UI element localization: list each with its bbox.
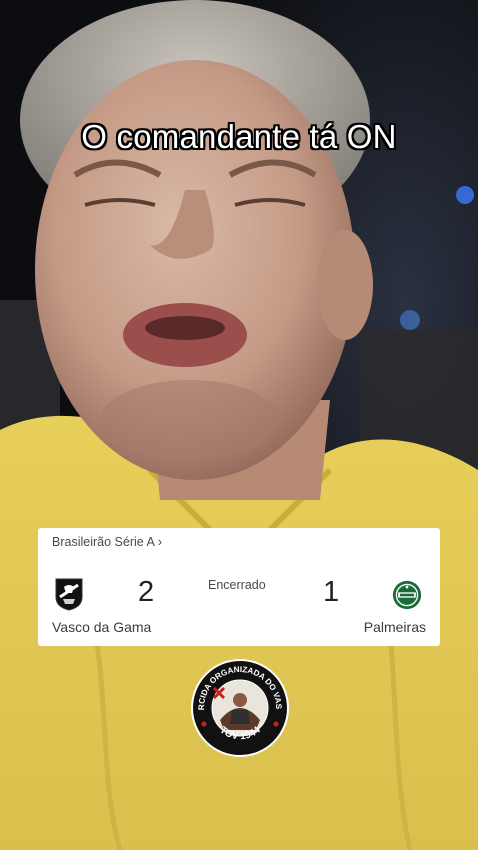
video-caption: O comandante tá ON — [81, 118, 397, 155]
torcida-badge-logo: TORCIDA ORGANIZADA DO VASCO TOV 1944 — [190, 658, 289, 757]
match-score-card[interactable]: Brasileirão Série A › 2 Encerrado 1 Vasco… — [38, 528, 440, 646]
competition-name: Brasileirão Série A — [52, 535, 155, 549]
away-score: 1 — [323, 576, 340, 608]
vasco-crest-icon — [55, 578, 83, 611]
competition-link[interactable]: Brasileirão Série A › — [52, 535, 162, 549]
match-status: Encerrado — [208, 578, 266, 592]
home-team-name: Vasco da Gama — [52, 619, 152, 635]
chevron-right-icon: › — [157, 535, 162, 549]
palmeiras-crest-icon — [392, 580, 422, 610]
away-team-name: Palmeiras — [363, 619, 426, 635]
home-score: 2 — [138, 576, 155, 608]
